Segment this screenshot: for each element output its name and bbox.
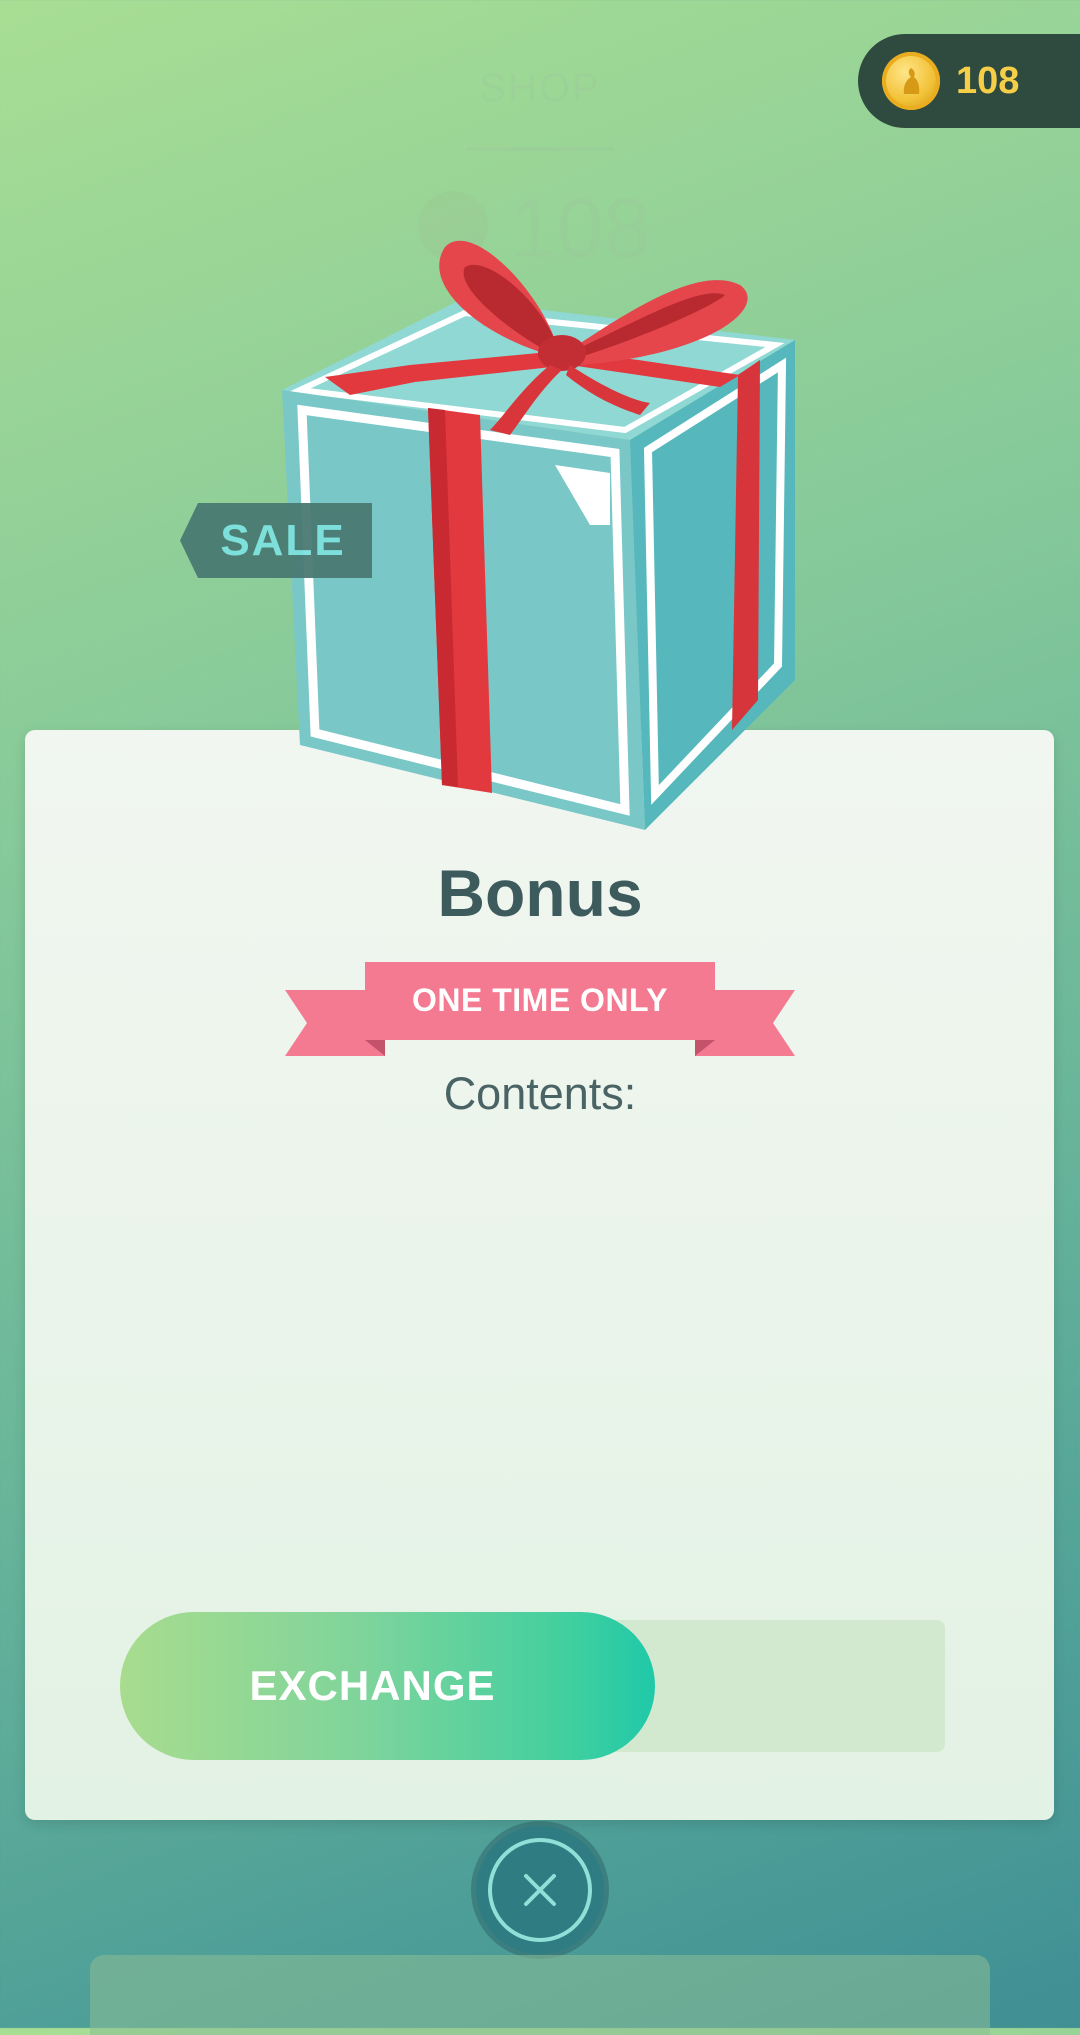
pokecoin-icon <box>882 52 940 110</box>
exchange-button[interactable]: EXCHANGE <box>120 1612 655 1760</box>
coin-amount: 108 <box>956 59 1020 102</box>
exchange-button-label: EXCHANGE <box>249 1662 496 1709</box>
close-button[interactable] <box>476 1826 604 1954</box>
sale-tag: SALE <box>180 503 372 578</box>
contents-label: Contents: <box>443 1068 637 1119</box>
background-bottom-bar <box>90 1955 990 2035</box>
one-time-only-label: ONE TIME ONLY <box>411 981 668 1018</box>
background-tab-underline <box>466 147 614 151</box>
close-button-ring <box>488 1838 592 1942</box>
item-title: Bonus <box>437 856 643 930</box>
sale-tag-label: SALE <box>220 515 346 565</box>
close-icon <box>524 1874 556 1906</box>
coin-balance: 108 <box>858 34 1080 128</box>
